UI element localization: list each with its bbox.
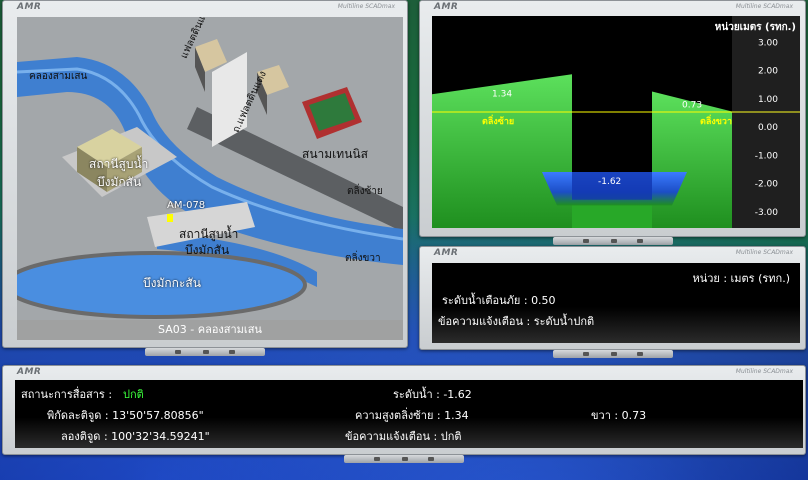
- y-tick-label: 1.00: [758, 95, 778, 105]
- map-drawing: [17, 17, 403, 340]
- pump-station-2-sublabel: บึงมักสัน: [185, 243, 230, 257]
- foot-knob: [175, 350, 181, 354]
- y-tick-label: -1.00: [755, 151, 779, 161]
- panel-brand: AMR: [434, 248, 459, 258]
- comm-status-value: ปกติ: [123, 388, 144, 401]
- status-message-text: ข้อความแจ้งเตือน : ปกติ: [345, 430, 462, 443]
- latitude-text: พิกัดละติจูด : 13'50'57.80856": [47, 409, 204, 422]
- station-code-label: AM-078: [167, 200, 206, 211]
- foot-knob: [229, 350, 235, 354]
- y-tick-label: 2.00: [758, 67, 778, 77]
- left-bank-map-label: ตลิ่งซ้าย: [347, 186, 383, 197]
- panel-subtitle: Multiline SCADmax: [735, 368, 793, 375]
- chart-panel-header: AMR Multiline SCADmax: [420, 1, 805, 15]
- status-panel: AMR Multiline SCADmax สถานะการสื่อสาร : …: [2, 365, 806, 463]
- pump-station-1-label: สถานีสูบน้ำ: [89, 157, 149, 171]
- site-map: คลองสามเสน แฟลตดินแดง ถ.แฟลตดินแดง สนามเ…: [17, 17, 403, 340]
- map-panel-header: AMR Multiline SCADmax: [3, 1, 407, 15]
- panel-brand: AMR: [17, 2, 42, 12]
- foot-knob: [374, 457, 380, 461]
- pond-label: บึงมักกะสัน: [143, 276, 201, 290]
- foot-knob: [636, 352, 643, 356]
- foot-knob: [610, 352, 617, 356]
- panel-subtitle: Multiline SCADmax: [735, 3, 793, 10]
- tennis-court-label: สนามเทนนิส: [302, 147, 368, 161]
- foot-knob: [582, 239, 589, 243]
- panel-subtitle: Multiline SCADmax: [337, 3, 395, 10]
- foot-knob: [582, 352, 589, 356]
- panel-foot-bar: [145, 348, 265, 356]
- y-tick-label: 0.00: [758, 123, 778, 133]
- alert-panel: AMR Multiline SCADmax หน่วย : เมตร (รทก.…: [419, 246, 806, 358]
- water-level-text: ระดับน้ำ : -1.62: [393, 388, 472, 401]
- panel-brand: AMR: [17, 367, 42, 377]
- cross-section-chart: หน่วยเมตร (รทก.) 3.00 2.00 1.00 0.00 -1.00 -2.…: [432, 16, 800, 228]
- panel-subtitle: Multiline SCADmax: [735, 249, 793, 256]
- panel-foot-bar: [552, 350, 673, 358]
- right-bank-height-text: ขวา : 0.73: [591, 409, 647, 422]
- water-level-value-label: -1.62: [598, 177, 621, 187]
- panel-foot-bar: [552, 237, 673, 245]
- left-bank-value-label: 1.34: [492, 89, 512, 99]
- alert-panel-header: AMR Multiline SCADmax: [420, 247, 805, 261]
- panel-foot-bar: [344, 455, 464, 463]
- right-bank-map-label: ตลิ่งขวา: [345, 253, 381, 264]
- foot-knob: [203, 350, 209, 354]
- comm-status-label: สถานะการสื่อสาร :: [21, 388, 113, 401]
- foot-knob: [636, 239, 643, 243]
- right-bank-value-label: 0.73: [682, 101, 702, 111]
- left-bank-height-text: ความสูงตลิ่งซ้าย : 1.34: [355, 409, 469, 422]
- foot-knob: [610, 239, 617, 243]
- map-panel: AMR Multiline SCADmax คลองสามเสน แฟลตดิน…: [2, 0, 408, 356]
- canal-label: คลองสามเสน: [29, 71, 88, 82]
- pump-station-1-sublabel: บึงมักสัน: [97, 175, 142, 189]
- alert-box: หน่วย : เมตร (รทก.) ระดับน้ำเตือนภัย : 0…: [432, 263, 800, 343]
- chart-svg: หน่วยเมตร (รทก.) 3.00 2.00 1.00 0.00 -1.00 -2.…: [432, 16, 800, 228]
- y-tick-label: -3.00: [755, 208, 779, 218]
- status-panel-header: AMR Multiline SCADmax: [3, 366, 805, 380]
- map-footer: SA03 - คลองสามเสน: [17, 320, 403, 340]
- alert-unit: หน่วย : เมตร (รทก.): [692, 272, 790, 285]
- y-tick-label: 3.00: [758, 38, 778, 48]
- status-box: สถานะการสื่อสาร : ปกติ พิกัดละติจูด : 13…: [15, 380, 803, 448]
- panel-brand: AMR: [434, 2, 459, 12]
- foot-knob: [402, 457, 408, 461]
- foot-knob: [428, 457, 434, 461]
- alert-message: ข้อความแจ้งเตือน : ระดับน้ำปกติ: [438, 315, 595, 328]
- y-axis-unit-label: หน่วยเมตร (รทก.): [715, 21, 796, 33]
- warning-level-text: ระดับน้ำเตือนภัย : 0.50: [442, 294, 556, 307]
- y-tick-label: -2.00: [755, 180, 779, 190]
- level-chart-panel: AMR Multiline SCADmax หน่วยเมตร (รทก.) 3.…: [419, 0, 806, 245]
- longitude-text: ลองติจูด : 100'32'34.59241": [61, 430, 210, 443]
